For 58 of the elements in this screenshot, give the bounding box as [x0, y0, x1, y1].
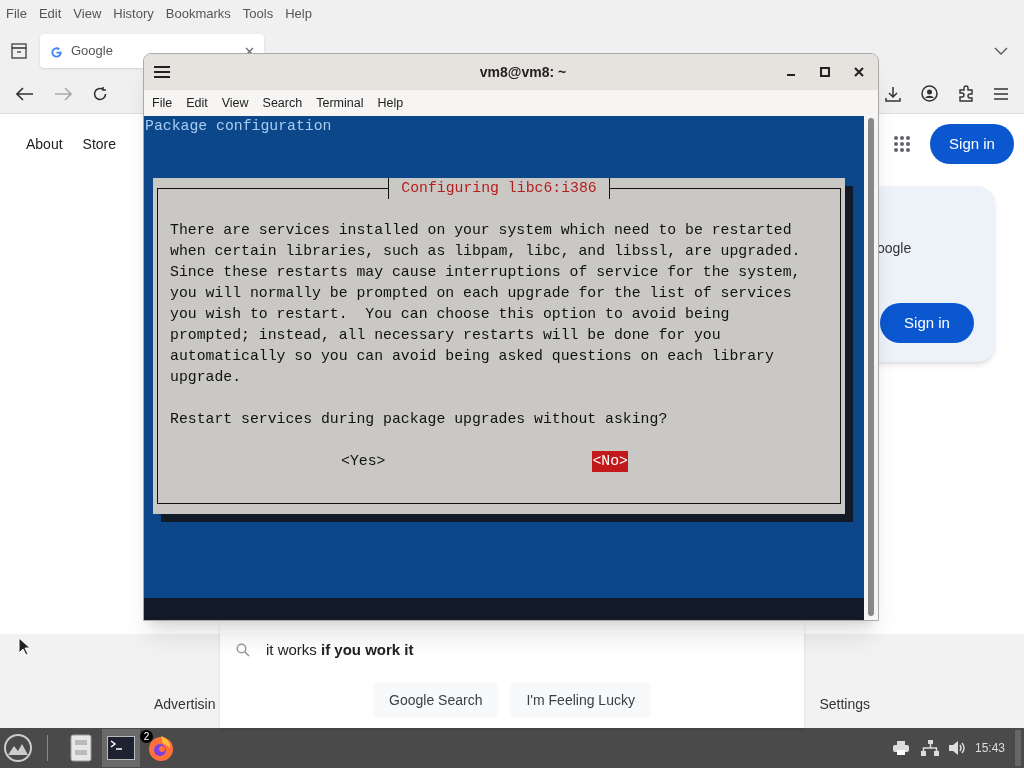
terminal-icon [107, 736, 135, 760]
dialog-button[interactable]: <Yes> [341, 451, 386, 472]
nav-link[interactable]: Store [82, 133, 117, 155]
menu-item[interactable]: Search [262, 93, 303, 113]
count-badge: 2 [140, 730, 153, 743]
search-button[interactable]: Google Search [373, 682, 499, 718]
search-button[interactable]: I'm Feeling Lucky [510, 682, 651, 718]
menu-item[interactable]: View [73, 4, 102, 24]
menu-item[interactable]: Help [377, 93, 404, 113]
scrollbar[interactable] [864, 116, 878, 620]
account-icon[interactable] [921, 85, 938, 102]
maximize-icon[interactable] [820, 67, 830, 77]
menu-item[interactable]: Terminal [316, 93, 364, 113]
puzzle-icon[interactable] [958, 85, 974, 102]
menu-item[interactable]: File [6, 4, 27, 24]
sign-in-button[interactable]: Sign in [930, 124, 1014, 164]
fox-globe-icon [146, 733, 176, 763]
footer-link[interactable]: Settings [819, 693, 870, 715]
printer-icon[interactable] [892, 741, 909, 755]
volume-icon[interactable] [948, 741, 967, 755]
reload-icon[interactable] [92, 85, 108, 102]
dialog-button[interactable]: <No> [592, 451, 628, 472]
download-icon[interactable] [885, 85, 901, 102]
apps-grid-icon[interactable] [894, 136, 910, 152]
menu-item[interactable]: Edit [186, 93, 208, 113]
taskbar-app[interactable]: 2 [142, 729, 180, 767]
dialog-title: Configuring libc6:i386 [388, 178, 610, 199]
sign-in-button[interactable]: Sign in [880, 303, 974, 343]
taskbar-app[interactable] [102, 729, 140, 767]
taskbar-handle[interactable] [1015, 730, 1021, 766]
file-cabinet-icon [70, 734, 92, 762]
close-icon[interactable] [854, 67, 864, 77]
screen-title: Package configuration [145, 117, 332, 136]
search-suggestion[interactable]: it works if you work it [266, 638, 414, 662]
menu-item[interactable]: File [152, 93, 173, 113]
menu-item[interactable]: Help [285, 4, 312, 24]
dialog-question: Restart services during package upgrades without asking? [170, 410, 668, 429]
footer-link[interactable]: Advertisin [154, 693, 216, 715]
mountain-logo-icon[interactable] [3, 733, 33, 763]
network-icon[interactable] [920, 740, 939, 756]
window-title: vm8@vm8: ~ [479, 62, 567, 82]
search-icon [236, 643, 250, 657]
menu-item[interactable]: History [113, 4, 154, 24]
menu-item[interactable]: Tools [242, 4, 274, 24]
mouse-cursor-icon [18, 637, 30, 656]
chevron-down-icon[interactable] [994, 47, 1008, 55]
close-icon[interactable] [245, 46, 254, 56]
menu-item[interactable]: Edit [38, 4, 62, 24]
menu-icon[interactable] [154, 66, 170, 78]
nav-link[interactable]: About [26, 133, 63, 155]
menu-icon[interactable] [994, 87, 1008, 100]
tab-overview-icon[interactable] [10, 43, 28, 59]
g-logo-icon [50, 44, 63, 58]
back-icon[interactable] [16, 86, 34, 101]
clock[interactable]: 15:43 [974, 739, 1005, 757]
dialog-message: There are services installed on your system which need to be restarted when certain libraries, such as libpam, libc, and libssl, are upgraded. Since these restarts may cause interruptions of service for the system, you will normally be prompted on each upgrade for the list of services you wish to restart. You can choose this option to avoid being prompted; instead, all necessary restarts will be done for you automatically so you can avoid being asked questions on each library upgrade. [170, 221, 801, 387]
menu-item[interactable]: Bookmarks [165, 4, 231, 24]
menu-item[interactable]: View [221, 93, 249, 113]
